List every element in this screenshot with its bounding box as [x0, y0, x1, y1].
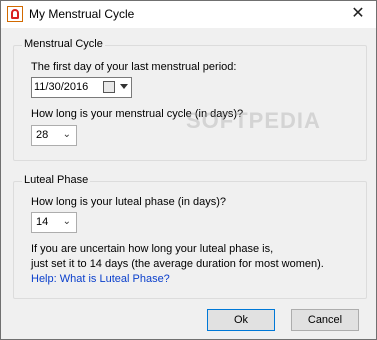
dialog-window: My Menstrual Cycle ✕ Menstrual Cycle The… [0, 0, 377, 340]
chevron-down-icon: ⌄ [62, 216, 71, 227]
window-title: My Menstrual Cycle [29, 7, 135, 21]
cancel-button[interactable]: Cancel [291, 309, 359, 331]
calendar-icon[interactable] [103, 81, 115, 93]
cycle-length-value: 28 [36, 129, 49, 141]
luteal-length-label: How long is your luteal phase (in days)? [31, 196, 227, 208]
app-icon [7, 6, 23, 22]
first-day-value: 11/30/2016 [34, 81, 89, 93]
title-bar[interactable]: My Menstrual Cycle ✕ [1, 1, 376, 28]
luteal-note-line1: If you are uncertain how long your lutea… [31, 243, 274, 255]
luteal-length-value: 14 [36, 216, 49, 228]
first-day-label: The first day of your last menstrual per… [31, 61, 237, 73]
menstrual-cycle-legend: Menstrual Cycle [22, 38, 105, 50]
chevron-down-icon: ⌄ [62, 129, 71, 140]
ok-button[interactable]: Ok [207, 309, 275, 331]
cycle-length-select[interactable]: 28 ⌄ [31, 125, 77, 146]
first-day-date-picker[interactable]: 11/30/2016 [31, 77, 132, 98]
luteal-length-select[interactable]: 14 ⌄ [31, 212, 77, 233]
close-button[interactable]: ✕ [346, 3, 370, 25]
watermark-text: SOFTPEDIA [186, 108, 321, 133]
chevron-down-icon[interactable] [120, 84, 128, 89]
luteal-help-link[interactable]: Help: What is Luteal Phase? [31, 273, 170, 285]
luteal-note-line2: just set it to 14 days (the average dura… [31, 258, 324, 270]
luteal-phase-legend: Luteal Phase [22, 174, 91, 186]
